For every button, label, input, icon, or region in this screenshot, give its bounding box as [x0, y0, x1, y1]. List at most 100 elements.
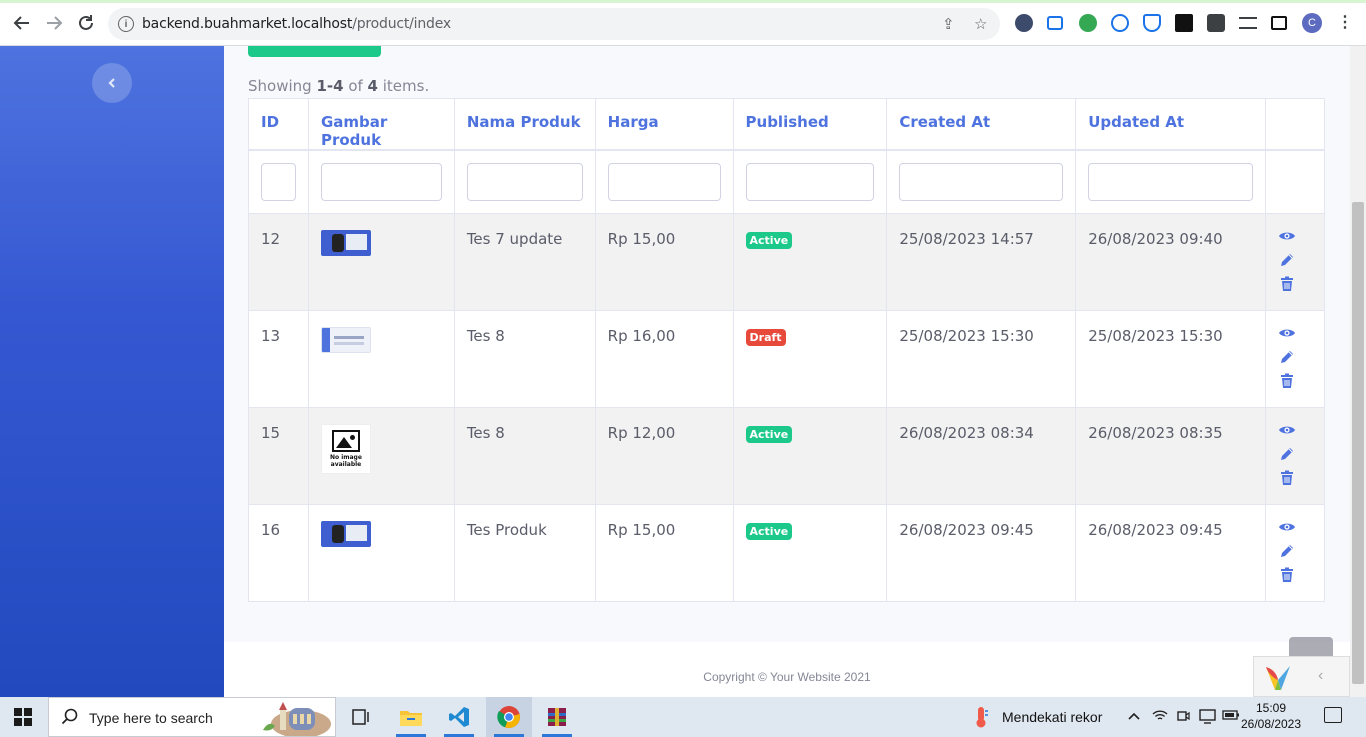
- status-badge: Draft: [745, 328, 786, 346]
- display-icon[interactable]: [1199, 708, 1217, 724]
- edit-button[interactable]: [1278, 349, 1296, 367]
- column-header-updated-at[interactable]: Updated At: [1075, 98, 1266, 151]
- extension-circle-icon[interactable]: [1111, 14, 1129, 32]
- taskbar-file-explorer[interactable]: [388, 697, 434, 737]
- url-text: backend.buahmarket.localhost/product/ind…: [142, 16, 451, 32]
- column-header-created-at[interactable]: Created At: [886, 98, 1077, 151]
- delete-button[interactable]: [1278, 276, 1296, 294]
- view-button[interactable]: [1278, 228, 1296, 246]
- edit-button[interactable]: [1278, 543, 1296, 561]
- column-header-published[interactable]: Published: [732, 98, 888, 151]
- reading-list-icon[interactable]: [1239, 17, 1257, 29]
- status-badge: Active: [745, 425, 793, 443]
- address-bar[interactable]: i backend.buahmarket.localhost/product/i…: [108, 8, 1000, 40]
- site-info-icon[interactable]: i: [118, 16, 134, 32]
- updated-at: 25/08/2023 15:30: [1088, 326, 1223, 345]
- filter-name-input[interactable]: [466, 163, 583, 201]
- column-header-name[interactable]: Nama Produk: [453, 98, 596, 151]
- thermometer-icon[interactable]: [972, 706, 990, 728]
- extension-cursor-icon[interactable]: [1015, 14, 1033, 32]
- filter-image-input[interactable]: [320, 163, 442, 201]
- weather-text[interactable]: Mendekati rekor: [1002, 709, 1102, 725]
- create-product-button[interactable]: [248, 46, 381, 57]
- product-thumbnail[interactable]: [320, 229, 371, 256]
- column-header-id[interactable]: ID: [248, 98, 309, 151]
- browser-menu-icon[interactable]: ⋮: [1337, 12, 1353, 32]
- yii-debug-toolbar[interactable]: ‹: [1253, 656, 1350, 697]
- edit-button[interactable]: [1278, 446, 1296, 464]
- filter-cell: [307, 149, 455, 214]
- product-thumbnail[interactable]: [320, 326, 371, 353]
- browser-toolbar: i backend.buahmarket.localhost/product/i…: [0, 0, 1366, 46]
- chevron-up-icon[interactable]: [1127, 710, 1141, 722]
- battery-icon[interactable]: [1222, 710, 1240, 720]
- column-header-price[interactable]: Harga: [594, 98, 734, 151]
- summary-range: 1-4: [316, 77, 344, 95]
- table-row: 13 Tes 8 Rp 16,00 Draft 25/08/2023 15:30 25/0…: [248, 309, 1325, 408]
- product-thumbnail[interactable]: [320, 520, 371, 547]
- taskbar-winrar[interactable]: [534, 697, 580, 737]
- pencil-icon: [1281, 253, 1293, 266]
- filter-cell: [248, 149, 309, 214]
- status-badge: Active: [745, 522, 793, 540]
- view-button[interactable]: [1278, 519, 1296, 537]
- cell-image: [307, 503, 455, 602]
- sidebar-toggle-button[interactable]: [92, 63, 132, 103]
- filter-id-input[interactable]: [261, 163, 296, 201]
- windows-start-icon[interactable]: [14, 708, 32, 726]
- created-at: 26/08/2023 09:45: [899, 520, 1034, 539]
- table-row: 16 Tes Produk Rp 15,00 Active 26/08/2023 09:…: [248, 503, 1325, 602]
- task-view-button[interactable]: [338, 697, 384, 737]
- created-at: 25/08/2023 15:30: [899, 326, 1034, 345]
- forward-button[interactable]: [42, 11, 66, 35]
- delete-button[interactable]: [1278, 373, 1296, 391]
- trash-icon: [1281, 276, 1293, 291]
- filter-created-input[interactable]: [899, 163, 1064, 201]
- side-panel-icon[interactable]: [1271, 16, 1287, 30]
- filter-price-input[interactable]: [607, 163, 721, 201]
- delete-button[interactable]: [1278, 567, 1296, 585]
- cell-price: Rp 15,00: [594, 212, 734, 311]
- extension-eye-icon[interactable]: [1079, 14, 1097, 32]
- extensions-puzzle-icon[interactable]: [1207, 14, 1225, 32]
- scroll-to-top-button[interactable]: [1289, 637, 1333, 657]
- column-header-image[interactable]: Gambar Produk: [307, 98, 455, 151]
- reload-button[interactable]: [74, 11, 98, 35]
- extension-screenshot-icon[interactable]: [1047, 16, 1063, 30]
- wifi-icon[interactable]: [1152, 709, 1168, 723]
- profile-avatar[interactable]: C: [1302, 13, 1322, 33]
- notification-icon[interactable]: [1324, 707, 1342, 723]
- back-button[interactable]: [10, 11, 34, 35]
- header-label: Created At: [899, 113, 991, 131]
- view-button[interactable]: [1278, 325, 1296, 343]
- scrollbar-thumb[interactable]: [1352, 202, 1364, 684]
- delete-button[interactable]: [1278, 470, 1296, 488]
- page-scrollbar[interactable]: [1350, 46, 1366, 697]
- search-placeholder: Type here to search: [89, 710, 213, 726]
- trash-icon: [1281, 373, 1293, 388]
- extension-shield-icon[interactable]: [1143, 14, 1161, 32]
- pencil-icon: [1281, 544, 1293, 557]
- cell-name: Tes 8: [453, 309, 596, 408]
- folder-icon: [400, 711, 422, 726]
- vscode-icon: [449, 707, 469, 727]
- edit-button[interactable]: [1278, 252, 1296, 270]
- filter-cell: [886, 149, 1077, 214]
- share-icon[interactable]: ⇪: [942, 15, 955, 33]
- view-button[interactable]: [1278, 422, 1296, 440]
- filter-updated-input[interactable]: [1088, 163, 1253, 201]
- chevron-left-icon[interactable]: ‹: [1318, 667, 1323, 685]
- arrow-left-icon: [13, 16, 29, 30]
- meet-now-icon[interactable]: [1176, 708, 1190, 724]
- cell-actions: [1265, 503, 1325, 602]
- product-name: Tes 8: [466, 423, 505, 442]
- filter-published-input[interactable]: [745, 163, 875, 201]
- taskbar-search[interactable]: Type here to search: [48, 697, 336, 737]
- product-name: Tes 8: [466, 326, 505, 345]
- extension-s-icon[interactable]: [1175, 14, 1193, 32]
- taskbar-chrome[interactable]: [486, 697, 532, 737]
- task-view-icon: [352, 709, 369, 725]
- bookmark-star-icon[interactable]: ☆: [974, 15, 987, 33]
- taskbar-vscode[interactable]: [436, 697, 482, 737]
- system-clock[interactable]: 15:09 26/08/2023: [1240, 700, 1302, 732]
